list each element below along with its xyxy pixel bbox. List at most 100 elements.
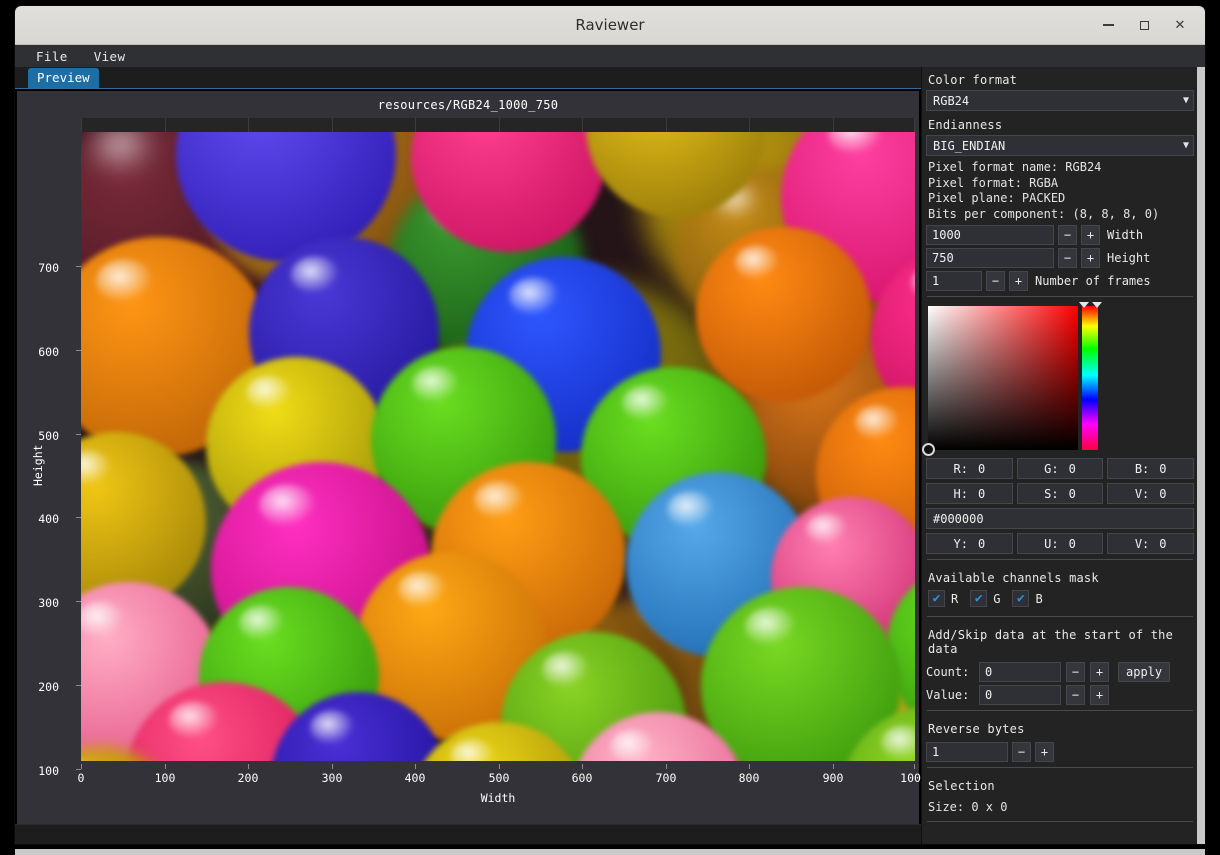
minimize-button[interactable] [1093,11,1123,39]
addskip-count-row: Count: 0 − + apply [926,662,1194,682]
hue-handle-right[interactable] [1092,302,1102,308]
v-value: 0 [1159,487,1166,501]
frames-label: Number of frames [1035,274,1151,288]
app-window: Raviewer ✕ File View Preview resources/R… [15,6,1205,844]
maximize-button[interactable] [1129,11,1159,39]
x-axis-label: Width [81,791,915,805]
sidebar-scrollbar[interactable] [1197,67,1205,844]
color-format-select[interactable]: RGB24 ▼ [926,90,1194,111]
v-key: V: [1135,487,1149,501]
checkbox-r[interactable]: ✔ [928,590,945,607]
sv-handle[interactable] [922,443,935,456]
value-input[interactable]: 0 [979,685,1061,705]
menu-item-view[interactable]: View [91,48,129,65]
window-controls: ✕ [1093,6,1195,44]
s-value: 0 [1069,487,1076,501]
frames-row: 1 − + Number of frames [926,271,1194,291]
x-tick-400: 400 [385,771,445,785]
width-minus-button[interactable]: − [1058,225,1077,245]
endianness-value: BIG_ENDIAN [933,139,1005,153]
h-key: H: [953,487,967,501]
x-tick-500: 500 [469,771,529,785]
selection-size: Size: 0 x 0 [926,796,1194,816]
value-plus-button[interactable]: + [1090,685,1109,705]
reverse-bytes-minus-button[interactable]: − [1012,742,1031,762]
endianness-label: Endianness [926,112,1194,135]
hue-handle-left[interactable] [1079,302,1089,308]
divider [927,767,1193,768]
g-key: G: [1044,462,1058,476]
pixel-format: Pixel format: RGBA [926,176,1194,192]
color-format-value: RGB24 [933,94,969,108]
count-plus-button[interactable]: + [1090,662,1109,682]
frames-input[interactable]: 1 [926,271,982,291]
v2-field[interactable]: V: 0 [1107,533,1194,554]
y-field[interactable]: Y: 0 [926,533,1013,554]
plot-title: resources/RGB24_1000_750 [17,98,919,112]
main-body: Preview resources/RGB24_1000_750 0 1 0 0 2… [15,67,1205,844]
v-field[interactable]: V: 0 [1107,483,1194,504]
s-key: S: [1044,487,1058,501]
x-tick-300: 300 [302,771,362,785]
height-input[interactable]: 750 [926,248,1054,268]
count-minus-button[interactable]: − [1066,662,1085,682]
divider [927,821,1193,822]
s-field[interactable]: S: 0 [1017,483,1104,504]
b-field[interactable]: B: 0 [1107,458,1194,479]
v2-value: 0 [1159,537,1166,551]
h-field[interactable]: H: 0 [926,483,1013,504]
reverse-bytes-plus-button[interactable]: + [1035,742,1054,762]
window-footer-edge [15,849,1205,855]
width-plus-button[interactable]: + [1081,225,1100,245]
value-minus-button[interactable]: − [1066,685,1085,705]
hex-color-input[interactable]: #000000 [926,508,1194,529]
count-key: Count: [926,665,974,679]
y-tick-400: 400 [17,512,59,526]
reverse-bytes-input[interactable]: 1 [926,742,1008,762]
checkbox-g[interactable]: ✔ [970,590,987,607]
y-axis-label: Height [31,444,45,486]
x-tick-700: 700 [636,771,696,785]
title-bar: Raviewer ✕ [15,6,1205,45]
y-tick-200: 200 [17,680,59,694]
checkbox-b[interactable]: ✔ [1012,590,1029,607]
yuv-row: Y: 0 U: 0 V: 0 [926,533,1194,554]
height-minus-button[interactable]: − [1058,248,1077,268]
minimize-icon [1103,24,1114,26]
menu-bar: File View [15,45,1205,67]
b-key: B: [1135,462,1149,476]
frames-plus-button[interactable]: + [1009,271,1028,291]
h-value: 0 [978,487,985,501]
checkbox-g-label: G [993,592,1000,606]
g-field[interactable]: G: 0 [1017,458,1104,479]
r-field[interactable]: R: 0 [926,458,1013,479]
y-tick-600: 600 [17,345,59,359]
x-tick-200: 200 [218,771,278,785]
x-tick-0: 0 [51,771,111,785]
pixel-plane: Pixel plane: PACKED [926,191,1194,207]
frames-minus-button[interactable]: − [986,271,1005,291]
b-value: 0 [1159,462,1166,476]
channels-mask-label: Available channels mask [926,565,1194,588]
bits-per-component: Bits per component: (8, 8, 8, 0) [926,207,1194,223]
height-plus-button[interactable]: + [1081,248,1100,268]
value-key: Value: [926,688,974,702]
endianness-select[interactable]: BIG_ENDIAN ▼ [926,135,1194,156]
x-tick-800: 800 [719,771,779,785]
image-display[interactable] [81,118,915,761]
channels-mask-row: ✔ R ✔ G ✔ B [926,588,1194,611]
height-label: Height [1107,251,1150,265]
count-input[interactable]: 0 [979,662,1061,682]
hue-strip[interactable] [1082,306,1098,450]
height-row: 750 − + Height [926,248,1194,268]
tab-preview[interactable]: Preview [28,68,99,88]
color-format-label: Color format [926,67,1194,90]
u-field[interactable]: U: 0 [1017,533,1104,554]
menu-item-file[interactable]: File [33,48,71,65]
saturation-value-square[interactable] [928,306,1078,450]
chevron-down-icon: ▼ [1183,95,1189,106]
addskip-label: Add/Skip data at the start of the data [926,622,1194,659]
close-button[interactable]: ✕ [1165,11,1195,39]
width-input[interactable]: 1000 [926,225,1054,245]
apply-button[interactable]: apply [1118,662,1170,682]
